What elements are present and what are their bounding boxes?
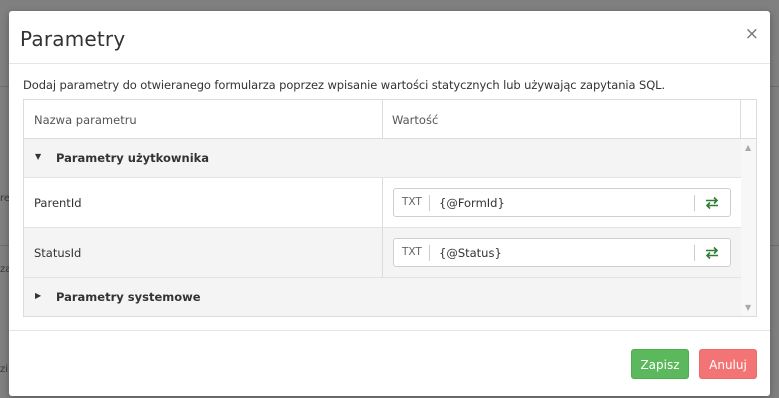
dialog-header: Parametry × (9, 11, 770, 64)
param-row-parentid: ParentId TXT {@FormId} (24, 178, 742, 228)
param-value[interactable]: {@FormId} (439, 196, 505, 210)
scroll-up-icon[interactable]: ▲ (745, 143, 751, 152)
dialog-footer: Zapisz Anuluj (9, 330, 770, 396)
group-label: Parametry użytkownika (56, 151, 210, 165)
param-name: ParentId (34, 196, 82, 210)
param-value-input[interactable]: TXT {@FormId} (393, 188, 731, 217)
value-type-label[interactable]: TXT (402, 196, 422, 208)
close-icon[interactable]: × (745, 24, 759, 44)
column-divider (740, 100, 741, 138)
background-text-fragment: zi (0, 364, 9, 375)
group-label: Parametry systemowe (56, 290, 201, 304)
caret-down-icon[interactable]: ▼ (35, 152, 41, 161)
column-header-name: Nazwa parametru (34, 113, 137, 127)
group-row-system-params[interactable]: ▶ Parametry systemowe (24, 278, 742, 316)
intro-text: Dodaj parametry do otwieranego formularz… (23, 78, 666, 92)
dialog-title: Parametry (20, 27, 126, 51)
swap-arrows-icon[interactable] (704, 245, 720, 261)
save-button[interactable]: Zapisz (631, 349, 689, 379)
grid-scrollbar[interactable]: ▲ ▼ (741, 139, 756, 316)
dialog-intro: Dodaj parametry do otwieranego formularz… (23, 78, 757, 92)
grid-rows: ▼ Parametry użytkownika ParentId TXT {@F… (24, 139, 742, 316)
field-separator (429, 195, 430, 211)
swap-arrows-icon[interactable] (704, 195, 720, 211)
cancel-button[interactable]: Anuluj (699, 349, 757, 379)
param-name: StatusId (34, 246, 82, 260)
grid-header: Nazwa parametru Wartość (24, 100, 756, 139)
value-type-label[interactable]: TXT (402, 246, 422, 258)
param-row-statusid: StatusId TXT {@Status} (24, 228, 742, 278)
column-divider (382, 100, 383, 138)
parameters-grid: Nazwa parametru Wartość ▼ Parametry użyt… (23, 99, 757, 317)
param-value-input[interactable]: TXT {@Status} (393, 238, 731, 267)
caret-right-icon[interactable]: ▶ (35, 291, 41, 300)
column-header-value: Wartość (392, 113, 439, 127)
param-value[interactable]: {@Status} (439, 246, 502, 260)
field-separator (429, 245, 430, 261)
column-divider (382, 228, 383, 277)
field-separator (694, 195, 695, 211)
field-separator (694, 245, 695, 261)
scroll-down-icon[interactable]: ▼ (745, 303, 751, 312)
column-divider (382, 178, 383, 227)
group-row-user-params[interactable]: ▼ Parametry użytkownika (24, 139, 742, 178)
